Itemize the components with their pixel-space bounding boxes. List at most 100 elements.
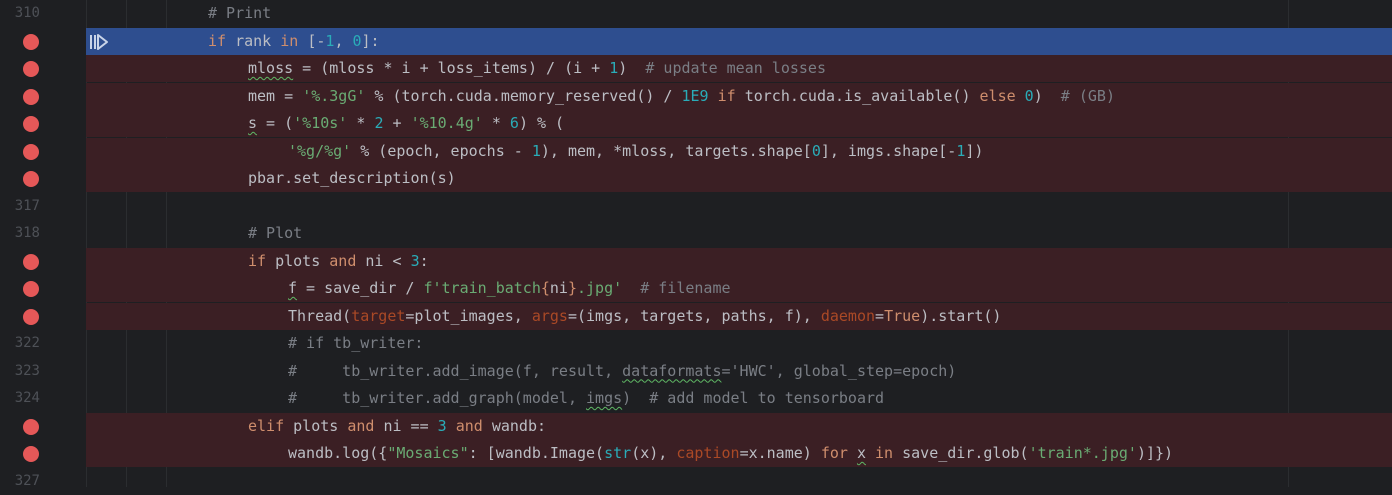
code-token: ): [618, 59, 646, 77]
execution-point-icon: [88, 32, 110, 52]
code-token: % (epoch, epochs -: [351, 141, 532, 160]
code-token: mem =: [248, 86, 303, 105]
code-text[interactable]: s = ('%10s' * 2 + '%10.4g' * 6) % (: [248, 110, 564, 137]
line-highlight: [86, 0, 1392, 27]
code-token: save_dir.glob(: [893, 444, 1029, 462]
code-line[interactable]: Thread(target=plot_images, args=(imgs, t…: [0, 302, 1392, 330]
breakpoint-icon[interactable]: [23, 308, 39, 325]
breakpoint-icon[interactable]: [23, 33, 39, 50]
breakpoint-icon[interactable]: [23, 88, 39, 105]
code-token: : [wandb.Image(: [468, 444, 605, 462]
line-highlight: [86, 330, 1392, 357]
line-number: 327: [14, 472, 40, 489]
code-line[interactable]: mem = '%.3gG' % (torch.cuda.memory_reser…: [0, 82, 1392, 110]
code-token: args: [531, 306, 568, 325]
breakpoint-icon[interactable]: [23, 253, 39, 270]
code-line[interactable]: 324 # tb_writer.add_graph(model, imgs) # …: [0, 385, 1392, 412]
code-token: f: [288, 279, 298, 297]
code-token: # update mean losses: [645, 59, 826, 77]
code-text[interactable]: f = save_dir / f'train_batch{ni}.jpg' # …: [288, 275, 731, 302]
code-token: elif: [248, 416, 285, 435]
code-text[interactable]: if plots and ni < 3:: [248, 248, 429, 275]
code-token: if: [248, 251, 267, 270]
code-line[interactable]: 317: [0, 193, 1392, 220]
breakpoint-icon[interactable]: [23, 143, 39, 160]
code-text[interactable]: mloss = (mloss * i + loss_items) / (i + …: [248, 55, 826, 82]
code-line[interactable]: pbar.set_description(s): [0, 165, 1392, 192]
code-token: ni ==: [374, 416, 438, 435]
breakpoint-icon[interactable]: [23, 281, 39, 297]
code-line[interactable]: 310 # Print: [0, 0, 1392, 27]
breakpoint-icon[interactable]: [23, 446, 39, 462]
breakpoint-icon[interactable]: [23, 116, 39, 132]
code-token: ) # add model to tensorboard: [622, 389, 885, 407]
code-line[interactable]: '%g/%g' % (epoch, epochs - 1), mem, *mlo…: [0, 137, 1392, 165]
code-text[interactable]: pbar.set_description(s): [248, 165, 456, 192]
code-token: Thread(: [288, 306, 352, 325]
code-token: = (: [257, 114, 294, 132]
code-text[interactable]: # Plot: [248, 220, 302, 247]
code-text[interactable]: elif plots and ni == 3 and wandb:: [248, 413, 546, 440]
code-token: wandb.log({: [288, 444, 388, 462]
code-text[interactable]: # tb_writer.add_image(f, result, datafor…: [288, 358, 956, 385]
code-token: ni: [549, 279, 568, 297]
code-line[interactable]: s = ('%10s' * 2 + '%10.4g' * 6) % (: [0, 110, 1392, 137]
code-token: else: [979, 86, 1016, 105]
code-token: )]}): [1136, 444, 1174, 462]
code-token: ='HWC', global_step=epoch): [721, 361, 957, 380]
line-highlight: [86, 275, 1392, 302]
code-token: if: [717, 86, 736, 105]
code-token: =: [875, 306, 885, 325]
code-token: 0: [1024, 86, 1034, 105]
line-highlight: [86, 468, 1392, 495]
code-token: '%10s': [293, 114, 348, 132]
code-line[interactable]: elif plots and ni == 3 and wandb:: [0, 412, 1392, 440]
code-editor[interactable]: 310 # Print if rank in [-1, 0]: mloss = (ml…: [0, 0, 1392, 489]
code-token: =(imgs, targets, paths, f),: [567, 306, 821, 325]
code-token: wandb:: [482, 416, 547, 435]
code-line[interactable]: mloss = (mloss * i + loss_items) / (i + …: [0, 55, 1392, 82]
line-number: 323: [14, 362, 40, 379]
code-token: =x.name): [739, 444, 821, 462]
code-text[interactable]: '%g/%g' % (epoch, epochs - 1), mem, *mlo…: [288, 138, 983, 165]
code-token: target: [351, 306, 406, 325]
code-token: 1: [956, 141, 966, 160]
code-token: in: [280, 31, 299, 50]
breakpoint-icon[interactable]: [23, 171, 39, 187]
code-token: f'train_batch: [423, 279, 541, 297]
code-text[interactable]: Thread(target=plot_images, args=(imgs, t…: [288, 303, 1001, 330]
code-text[interactable]: if rank in [-1, 0]:: [208, 28, 380, 55]
code-token: str: [604, 444, 632, 462]
code-line[interactable]: 318 # Plot: [0, 220, 1392, 247]
code-token: plots: [284, 416, 348, 435]
code-token: 6: [509, 114, 519, 132]
line-number: 317: [14, 197, 40, 214]
code-token: # filename: [640, 279, 731, 297]
code-token: ], imgs.shape[-: [820, 141, 957, 160]
breakpoint-icon[interactable]: [23, 61, 39, 77]
code-text[interactable]: # Print: [208, 0, 271, 27]
code-token: # tb_writer.add_image(f, result,: [288, 361, 623, 380]
code-token: if: [208, 31, 227, 50]
code-token: = save_dir /: [297, 279, 424, 297]
code-token: .jpg': [577, 279, 623, 297]
code-token: plots: [266, 251, 330, 270]
code-line[interactable]: if plots and ni < 3:: [0, 247, 1392, 275]
current-code-line[interactable]: if rank in [-1, 0]:: [0, 27, 1392, 55]
code-text[interactable]: # tb_writer.add_graph(model, imgs) # add…: [288, 385, 884, 412]
code-token: '%10.4g': [410, 114, 483, 132]
code-text[interactable]: mem = '%.3gG' % (torch.cuda.memory_reser…: [248, 83, 1115, 110]
code-line[interactable]: f = save_dir / f'train_batch{ni}.jpg' # …: [0, 275, 1392, 302]
code-token: }: [567, 279, 577, 297]
code-token: rank: [226, 31, 281, 50]
code-line[interactable]: 327: [0, 468, 1392, 495]
code-line[interactable]: 322 # if tb_writer:: [0, 330, 1392, 357]
breakpoint-icon[interactable]: [23, 418, 39, 435]
code-text[interactable]: wandb.log({"Mosaics": [wandb.Image(str(x…: [288, 440, 1173, 467]
code-token: 0: [811, 141, 821, 160]
code-line[interactable]: 323 # tb_writer.add_image(f, result, data…: [0, 358, 1392, 385]
code-line[interactable]: wandb.log({"Mosaics": [wandb.Image(str(x…: [0, 440, 1392, 467]
code-text[interactable]: # if tb_writer:: [288, 330, 423, 357]
